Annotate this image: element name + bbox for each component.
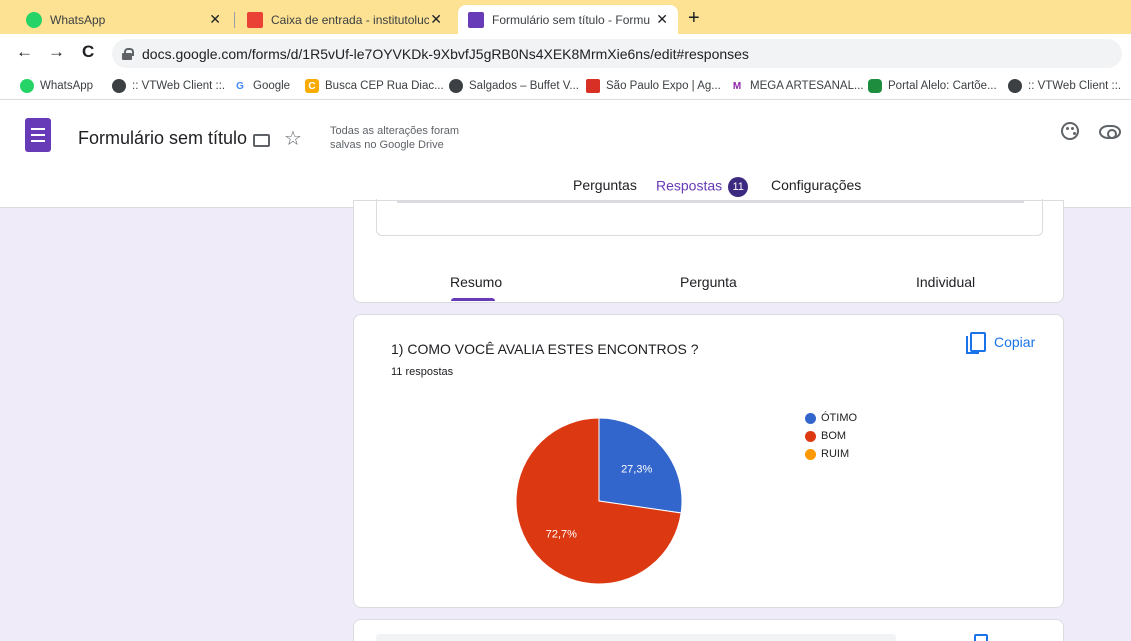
address-bar-row: ← → C docs.google.com/forms/d/1R5vUf-le7… xyxy=(0,34,1131,74)
bookmark-label: Portal Alelo: Cartõe... xyxy=(888,80,997,92)
active-summary-tab-indicator xyxy=(451,298,495,301)
bookmark-item[interactable]: C Busca CEP Rua Diac... xyxy=(305,79,444,93)
reload-icon[interactable]: C xyxy=(82,42,94,62)
tab-label: Caixa de entrada - institutolucas xyxy=(271,12,429,27)
form-title[interactable]: Formulário sem título xyxy=(78,128,247,149)
legend-swatch xyxy=(805,412,816,424)
previous-panel-bottom xyxy=(376,199,1043,236)
close-tab-icon[interactable]: ✕ xyxy=(430,11,442,28)
legend-swatch xyxy=(805,448,816,460)
tab-separator xyxy=(234,12,235,28)
lock-icon xyxy=(122,48,134,60)
globe-icon xyxy=(1008,79,1022,93)
tab-question[interactable]: Pergunta xyxy=(680,274,737,290)
whatsapp-icon xyxy=(20,79,34,93)
copy-icon[interactable] xyxy=(974,634,988,641)
google-icon: G xyxy=(236,80,244,92)
tab-responses[interactable]: Respostas 11 xyxy=(656,177,749,197)
back-icon[interactable]: ← xyxy=(16,42,33,62)
tab-individual[interactable]: Individual xyxy=(916,274,975,290)
bookmark-item[interactable]: :: VTWeb Client ::. xyxy=(1008,79,1121,93)
bookmark-label: Salgados – Buffet V... xyxy=(469,80,579,92)
cep-icon: C xyxy=(305,79,319,93)
responses-summary-card: Resumo Pergunta Individual xyxy=(353,199,1064,303)
tab-label: WhatsApp xyxy=(50,12,106,27)
globe-icon xyxy=(112,79,126,93)
bookmark-label: São Paulo Expo | Ag... xyxy=(606,80,721,92)
new-tab-button[interactable]: + xyxy=(688,7,700,30)
copy-label: Copiar xyxy=(994,334,1036,350)
browser-tab-whatsapp[interactable]: WhatsApp ✕ xyxy=(16,5,231,34)
divider xyxy=(397,201,1024,203)
bookmark-item[interactable]: G Google xyxy=(233,79,290,93)
tab-responses-label: Respostas xyxy=(656,177,723,194)
legend-label: BOM xyxy=(821,430,847,442)
legend-label: ÓTIMO xyxy=(821,412,858,424)
bookmark-label: Google xyxy=(253,80,291,92)
pie-data-label: 27,3% xyxy=(621,463,652,475)
browser-tab-gmail[interactable]: Caixa de entrada - institutolucas ✕ xyxy=(237,5,452,34)
bookmark-item[interactable]: Salgados – Buffet V... xyxy=(449,79,579,93)
legend-item[interactable]: RUIM xyxy=(805,445,857,463)
next-question-title-placeholder xyxy=(376,634,896,641)
expo-icon xyxy=(586,79,600,93)
url-text: docs.google.com/forms/d/1R5vUf-le7OYVKDk… xyxy=(142,45,749,62)
mega-icon: M xyxy=(732,80,742,92)
save-status: Todas as alterações foram salvas no Goog… xyxy=(330,125,460,151)
copy-chart-button[interactable]: Copiar xyxy=(966,332,1036,354)
question-summary-card: 1) COMO VOCÊ AVALIA ESTES ENCONTROS ? 11… xyxy=(353,314,1064,608)
tab-label: Formulário sem título - Formulár xyxy=(492,12,650,27)
question-title: 1) COMO VOCÊ AVALIA ESTES ENCONTROS ? xyxy=(391,341,699,357)
alelo-icon xyxy=(868,79,882,93)
bookmark-item[interactable]: Portal Alelo: Cartõe... xyxy=(868,79,997,93)
browser-tab-strip: WhatsApp ✕ Caixa de entrada - institutol… xyxy=(0,0,1131,34)
copy-icon xyxy=(966,332,986,354)
bookmark-label: MEGA ARTESANAL... xyxy=(750,80,864,92)
legend-label: RUIM xyxy=(821,448,850,460)
bookmark-item[interactable]: :: VTWeb Client ::. xyxy=(112,79,225,93)
browser-tab-forms[interactable]: Formulário sem título - Formulár ✕ xyxy=(458,5,678,34)
tab-settings[interactable]: Configurações xyxy=(771,177,861,193)
bookmark-label: :: VTWeb Client ::. xyxy=(132,80,226,92)
bookmark-label: WhatsApp xyxy=(40,80,94,92)
tab-questions[interactable]: Perguntas xyxy=(573,177,637,193)
bookmarks-bar: WhatsApp :: VTWeb Client ::. G Google C Bu… xyxy=(0,74,1131,100)
responses-count: 11 respostas xyxy=(391,366,454,378)
responses-count-badge: 11 xyxy=(728,177,749,197)
legend-swatch xyxy=(805,430,816,442)
bookmark-label: Busca CEP Rua Diac... xyxy=(325,80,444,92)
legend-item[interactable]: ÓTIMO xyxy=(805,409,857,427)
next-question-card xyxy=(353,619,1064,641)
close-tab-icon[interactable]: ✕ xyxy=(656,11,668,28)
forms-icon xyxy=(468,11,484,28)
bookmark-label: :: VTWeb Client ::. xyxy=(1028,80,1122,92)
whatsapp-icon xyxy=(26,11,42,28)
close-tab-icon[interactable]: ✕ xyxy=(209,11,221,28)
tab-summary[interactable]: Resumo xyxy=(450,274,502,290)
pie-data-label: 72,7% xyxy=(546,529,577,541)
preview-eye-icon[interactable] xyxy=(1099,125,1121,139)
pie-chart: 27,3% 72,7% xyxy=(515,417,683,585)
forward-icon[interactable]: → xyxy=(48,42,65,62)
palette-icon[interactable] xyxy=(1061,122,1079,140)
globe-icon xyxy=(449,79,463,93)
bookmark-item[interactable]: São Paulo Expo | Ag... xyxy=(586,79,721,93)
star-icon[interactable]: ☆ xyxy=(284,126,302,151)
bookmark-item[interactable]: WhatsApp xyxy=(20,79,93,93)
chart-legend: ÓTIMO BOM RUIM xyxy=(805,409,857,463)
forms-header: Formulário sem título ☆ Todas as alteraç… xyxy=(0,100,1131,208)
bookmark-item[interactable]: M MEGA ARTESANAL... xyxy=(730,79,864,93)
url-field[interactable]: docs.google.com/forms/d/1R5vUf-le7OYVKDk… xyxy=(112,39,1122,68)
folder-icon[interactable] xyxy=(253,134,270,147)
gmail-icon xyxy=(247,11,263,28)
forms-logo-icon[interactable] xyxy=(25,118,51,152)
legend-item[interactable]: BOM xyxy=(805,427,857,445)
